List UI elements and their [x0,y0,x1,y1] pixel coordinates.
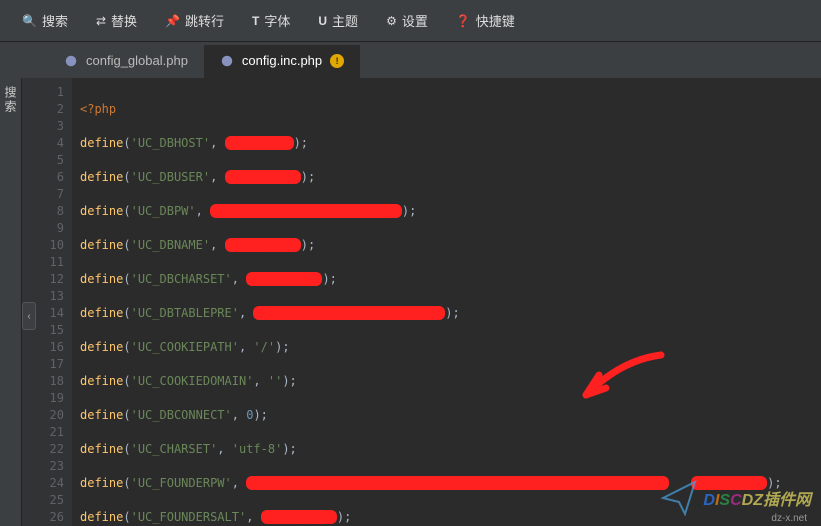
toolbar-theme-label: 主题 [332,11,358,30]
tab-label: config_global.php [86,53,188,68]
line-number: 2 [22,101,64,118]
code-line: <?php [80,101,821,118]
toolbar-theme[interactable]: U 主题 [304,0,372,42]
line-number: 23 [22,458,64,475]
font-icon: T [252,14,259,28]
line-number: 26 [22,509,64,526]
warning-badge-icon: ! [330,54,344,68]
code-line: define('UC_DBTABLEPRE', xxxxxxxxxxxxxxxx… [80,305,821,322]
code-line: define('UC_DBCHARSET', xxxxxxxxxx); [80,271,821,288]
toolbar-replace-label: 替换 [111,11,137,30]
toolbar-shortcuts[interactable]: ❓ 快捷键 [442,0,529,42]
php-file-icon [220,54,234,68]
line-number: 11 [22,254,64,271]
toolbar-settings-label: 设置 [402,11,428,30]
pin-icon: 📌 [165,14,180,28]
toolbar-goto[interactable]: 📌 跳转行 [151,0,238,42]
line-number: 1 [22,84,64,101]
line-number: 8 [22,203,64,220]
line-number: 7 [22,186,64,203]
side-search-label: 搜索 [2,86,19,114]
line-number: 21 [22,424,64,441]
code-line: define('UC_CHARSET', 'utf-8'); [80,441,821,458]
swap-icon: ⇄ [96,14,106,28]
toolbar-goto-label: 跳转行 [185,11,224,30]
tab-label: config.inc.php [242,53,322,68]
toolbar-search-label: 搜索 [42,11,68,30]
gear-icon: ⚙ [386,14,397,28]
line-number: 17 [22,356,64,373]
toolbar-replace[interactable]: ⇄ 替换 [82,0,151,42]
line-number: 22 [22,441,64,458]
code-line: define('UC_FOUNDERPW', xxxxxxxxxxxxxxxxx… [80,475,821,492]
code-line: define('UC_FOUNDERSALT', xxxxxxxxxx); [80,509,821,526]
line-number: 5 [22,152,64,169]
tab-bar: config_global.php config.inc.php ! [0,42,821,78]
toolbar-font-label: 字体 [264,11,290,30]
chevron-left-icon: ‹ [27,311,30,322]
line-number: 4 [22,135,64,152]
magnet-icon: U [318,14,327,28]
toolbar-shortcuts-label: 快捷键 [476,11,515,30]
line-number: 19 [22,390,64,407]
line-number: 20 [22,407,64,424]
code-line: define('UC_COOKIEPATH', '/'); [80,339,821,356]
help-icon: ❓ [456,14,471,28]
toolbar-settings[interactable]: ⚙ 设置 [372,0,442,42]
code-line: define('UC_DBUSER', xxxxxxxxxx); [80,169,821,186]
tab-config-global[interactable]: config_global.php [48,45,204,78]
line-number: 10 [22,237,64,254]
line-number: 25 [22,492,64,509]
code-line: define('UC_DBCONNECT', 0); [80,407,821,424]
toolbar: 🔍 搜索 ⇄ 替换 📌 跳转行 T 字体 U 主题 ⚙ 设置 ❓ 快捷键 [0,0,821,42]
line-number: 6 [22,169,64,186]
search-icon: 🔍 [22,14,37,28]
php-file-icon [64,54,78,68]
code-line: define('UC_DBHOST', 127.0.0.1); [80,135,821,152]
side-panel[interactable]: 搜索 [0,78,22,526]
line-number: 24 [22,475,64,492]
gutter-collapse-handle[interactable]: ‹ [22,302,36,330]
toolbar-search[interactable]: 🔍 搜索 [8,0,82,42]
line-number: 12 [22,271,64,288]
tab-config-inc[interactable]: config.inc.php ! [204,45,360,78]
line-number: 3 [22,118,64,135]
watermark-sub: dz-x.net [771,513,807,524]
code-area[interactable]: <?php define('UC_DBHOST', 127.0.0.1); de… [72,78,821,526]
code-line: define('UC_DBPW', xxxxxxxxxxxxxxxxxxxxxx… [80,203,821,220]
editor: 搜索 1 2 3 4 5 6 7 8 9 10 11 12 13 14 15 1… [0,78,821,526]
code-line: define('UC_COOKIEDOMAIN', ''); [80,373,821,390]
toolbar-font[interactable]: T 字体 [238,0,304,42]
code-line: define('UC_DBNAME', xxxxxxxxxx); [80,237,821,254]
line-number: 16 [22,339,64,356]
line-number: 18 [22,373,64,390]
line-number: 9 [22,220,64,237]
